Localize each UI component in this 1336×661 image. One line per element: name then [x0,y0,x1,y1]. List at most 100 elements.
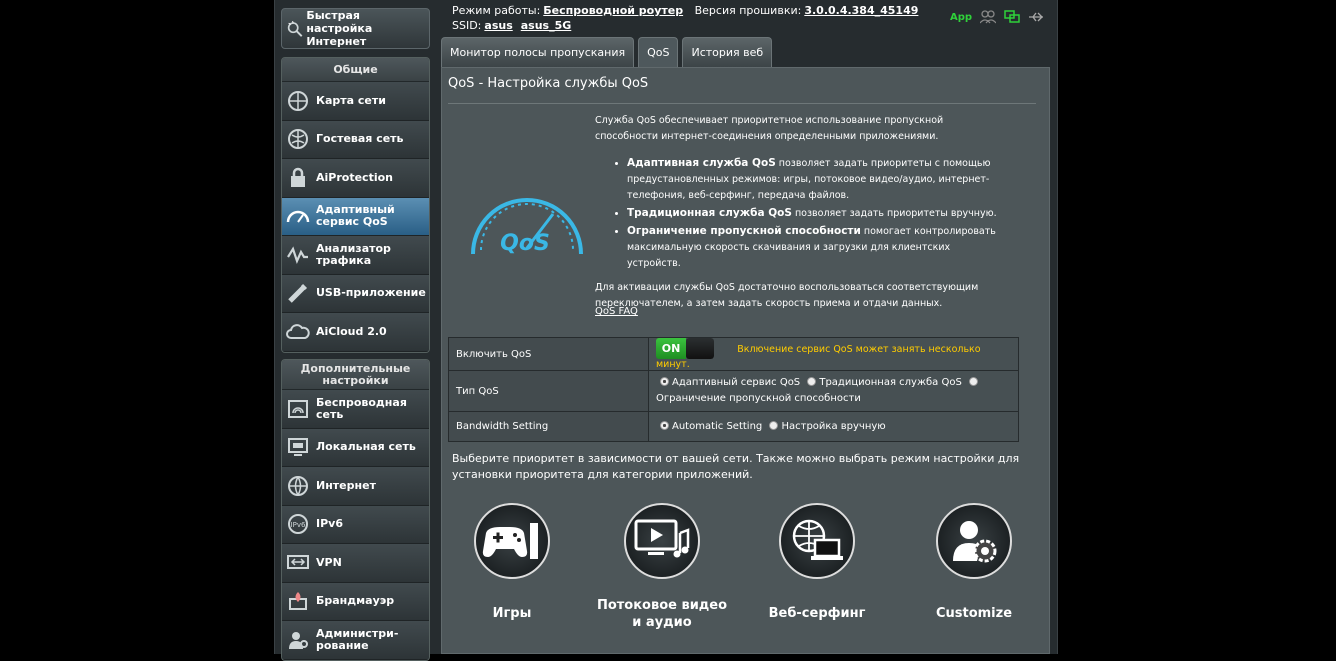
category-customize-label: Customize [935,606,1013,621]
lan-icon [288,438,308,457]
ssid-link-2[interactable]: asus_5G [521,19,572,32]
ssid-link-1[interactable]: asus [484,19,512,32]
sidebar-item-label: Анализатор трафика [316,241,391,267]
sidebar-item-firewall[interactable]: Брандмауэр [282,582,429,621]
qos-panel: QoS - Настройка службы QoS QoS Служба Qo… [441,67,1050,654]
qos-type-traditional-label: Традиционная служба QoS [819,377,962,388]
qos-type-label: Тип QoS [448,370,649,412]
admin-icon [289,631,308,649]
qos-type-traditional-radio[interactable] [807,377,817,386]
mode-label: Режим работы: [452,4,541,17]
qos-description: Служба QoS обеспечивает приоритетное исп… [595,113,1005,312]
tab-web-history[interactable]: История веб [682,37,773,67]
sidebar-item-label: Администри-рование [316,626,399,652]
category-games-label: Игры [492,606,532,621]
category-web-label: Веб-серфинг [768,606,866,621]
menu-general-title: Общие [282,58,429,82]
sidebar-item-cloud[interactable]: AiCloud 2.0 [282,313,429,352]
category-web[interactable]: Веб-серфинг [747,503,887,622]
network-map-icon [288,90,308,111]
gauge-label: QoS [500,231,550,256]
feature-title: Ограничение пропускной способности [627,225,861,237]
category-customize[interactable]: Customize [904,503,1044,622]
sidebar-item-label: Гостевая сеть [316,132,404,146]
category-streaming-label: Потоковое видео и аудио [596,598,728,630]
tab-qos[interactable]: QoS [638,37,679,67]
qos-gauge-icon [286,211,310,223]
vpn-icon [287,554,309,569]
firmware-link[interactable]: 3.0.0.4.384_45149 [804,4,918,17]
quick-setup-button[interactable]: Быстрая настройка Интернет [281,8,430,49]
sidebar-item-vpn[interactable]: VPN [282,544,429,583]
ipv6-icon: IPv6 [288,514,308,535]
page-title: QoS - Настройка службы QoS [448,76,649,91]
web-surfing-icon [779,503,855,579]
clients-icon[interactable] [980,10,997,24]
feature-text: позволяет задать приоритеты вручную. [791,208,997,219]
category-games[interactable]: Игры [442,503,582,622]
sidebar-item-wireless[interactable]: Беспроводная сеть [282,390,429,429]
firmware-label: Версия прошивки: [694,4,802,17]
qos-type-adaptive-radio[interactable] [660,377,669,386]
app-link[interactable]: App [950,12,972,23]
sidebar-item-lan[interactable]: Локальная сеть [282,428,429,467]
qos-gauge-image: QoS [471,198,583,256]
quick-setup-label: Быстрая настройка Интернет [306,9,373,48]
toggle-on-label: ON [656,338,686,359]
qos-faq-link[interactable]: QoS FAQ [595,306,638,317]
sidebar-item-qos-gauge[interactable]: Адаптивный сервис QoS [282,197,429,236]
category-streaming[interactable]: Потоковое видео и аудио [592,503,732,631]
intro-text: Служба QoS обеспечивает приоритетное исп… [595,115,944,142]
wireless-icon [288,399,308,418]
customize-icon [936,503,1012,579]
connection-icon[interactable] [1004,10,1020,24]
mode-link[interactable]: Беспроводной роутер [543,4,683,17]
status-bar: Режим работы: Беспроводной роутер Версия … [452,3,918,33]
globe-icon [288,475,308,496]
menu-advanced-title: Дополнительные настройки [282,360,429,390]
sidebar-item-label: IPv6 [316,517,343,531]
qos-type-adaptive-label: Адаптивный сервис QoS [672,377,801,388]
enable-qos-toggle[interactable]: ON [656,338,714,359]
usb-status-icon[interactable] [1028,10,1044,24]
firewall-icon [289,592,307,611]
sidebar-item-label: USB-приложение [316,286,426,300]
tab-bar: Монитор полосы пропускания QoS История в… [441,37,773,67]
sidebar-item-network-map[interactable]: Карта сети [282,82,429,121]
bw-auto-radio[interactable] [660,421,669,430]
tab-bandwidth-monitor[interactable]: Монитор полосы пропускания [441,37,635,67]
feature-title: Традиционная служба QoS [627,207,792,219]
sidebar-item-traffic-analyzer[interactable]: Анализатор трафика [282,236,429,275]
sidebar-item-label: Карта сети [316,93,386,107]
cloud-icon [286,323,310,339]
qos-type-limiter-label: Ограничение пропускной способности [656,393,861,404]
enable-qos-label: Включить QoS [448,337,649,371]
menu-general: Общие Карта сети Гостевая сеть AiProtectio… [281,57,430,353]
sidebar-item-usb[interactable]: USB-приложение [282,274,429,313]
title-divider [448,103,1036,104]
sidebar-item-label: Беспроводная сеть [316,395,407,421]
feature-title: Адаптивная служба QoS [627,157,776,169]
sidebar-item-label: Адаптивный сервис QoS [316,203,395,229]
feature-list: Адаптивная служба QoS позволяет задать п… [627,155,1005,272]
gamepad-icon [474,503,550,579]
toggle-knob [686,338,714,359]
qos-type-limiter-radio[interactable] [968,377,978,386]
top-icons: App [950,10,1044,24]
feature-list-item: Традиционная служба QoS позволяет задать… [627,205,1005,222]
sidebar-item-label: VPN [316,555,342,569]
sidebar-item-label: Локальная сеть [316,440,416,454]
bw-manual-radio[interactable] [769,421,779,430]
lock-icon [291,167,305,187]
qos-settings-table: Включить QoS ON Включение сервис QoS мож… [448,337,1019,442]
bandwidth-setting-label: Bandwidth Setting [448,411,649,442]
ssid-label: SSID: [452,19,482,32]
video-audio-icon [624,503,700,579]
sidebar-item-guest-network[interactable]: Гостевая сеть [282,120,429,159]
sidebar-item-lock[interactable]: AiProtection [282,159,429,198]
activate-text: Для активации службы QoS достаточно восп… [595,282,979,309]
sidebar-item-globe[interactable]: Интернет [282,467,429,506]
sidebar-item-label: Интернет [316,478,376,492]
sidebar-item-ipv6[interactable]: IPv6 IPv6 [282,505,429,544]
svg-text:IPv6: IPv6 [291,521,306,529]
